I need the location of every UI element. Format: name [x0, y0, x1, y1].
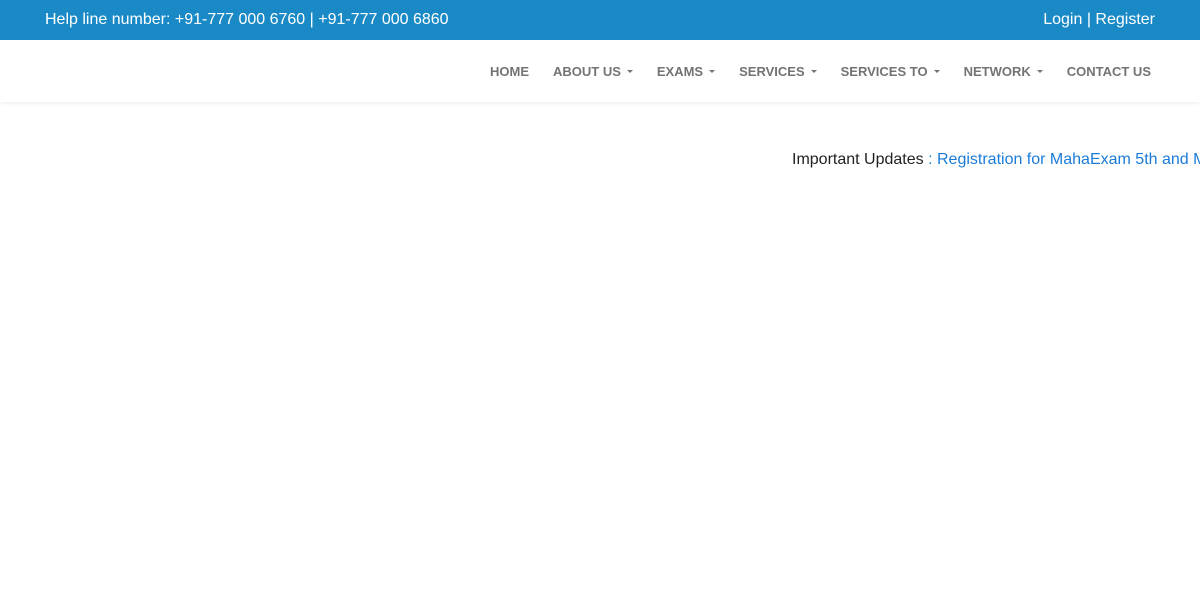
nav-item-label: NETWORK [963, 63, 1031, 79]
caret-down-icon [1036, 69, 1043, 73]
auth-links: Login | Register [1043, 0, 1155, 40]
nav-item-network[interactable]: NETWORK [964, 64, 1043, 79]
important-updates: Important Updates : Registration for Mah… [792, 148, 1200, 172]
helpline-number: Help line number: +91-777 000 6760 | +91… [45, 11, 449, 28]
caret-down-icon [810, 69, 817, 73]
nav-menu: HOME ABOUT US EXAMS SERVICES SERVICES TO… [490, 40, 1151, 102]
nav-item-label: CONTACT US [1066, 63, 1151, 79]
login-link[interactable]: Login [1043, 11, 1082, 28]
nav-item-about-us[interactable]: ABOUT US [553, 64, 633, 79]
register-link[interactable]: Register [1095, 11, 1155, 28]
nav-item-label: HOME [489, 63, 529, 79]
nav-item-services-to[interactable]: SERVICES TO [841, 64, 940, 79]
nav-item-label: SERVICES [739, 63, 805, 79]
nav-item-home[interactable]: HOME [490, 64, 529, 79]
update-link[interactable]: Registration for MahaExam 5th and Ma [937, 151, 1200, 168]
caret-down-icon [626, 69, 633, 73]
updates-ticker: Important Updates : Registration for Mah… [0, 140, 1200, 180]
main-navbar: HOME ABOUT US EXAMS SERVICES SERVICES TO… [0, 40, 1200, 102]
top-bar: Help line number: +91-777 000 6760 | +91… [0, 0, 1200, 40]
auth-separator: | [1086, 11, 1091, 28]
nav-item-label: ABOUT US [552, 63, 621, 79]
updates-separator: : [928, 151, 933, 168]
nav-item-exams[interactable]: EXAMS [656, 63, 716, 79]
updates-label: Important Updates [792, 151, 924, 168]
nav-item-label: EXAMS [656, 63, 704, 79]
caret-down-icon [709, 69, 716, 73]
nav-item-services[interactable]: SERVICES [739, 64, 817, 79]
caret-down-icon [933, 69, 940, 73]
nav-item-contact-us[interactable]: CONTACT US [1067, 64, 1151, 79]
nav-item-label: SERVICES TO [840, 63, 928, 79]
